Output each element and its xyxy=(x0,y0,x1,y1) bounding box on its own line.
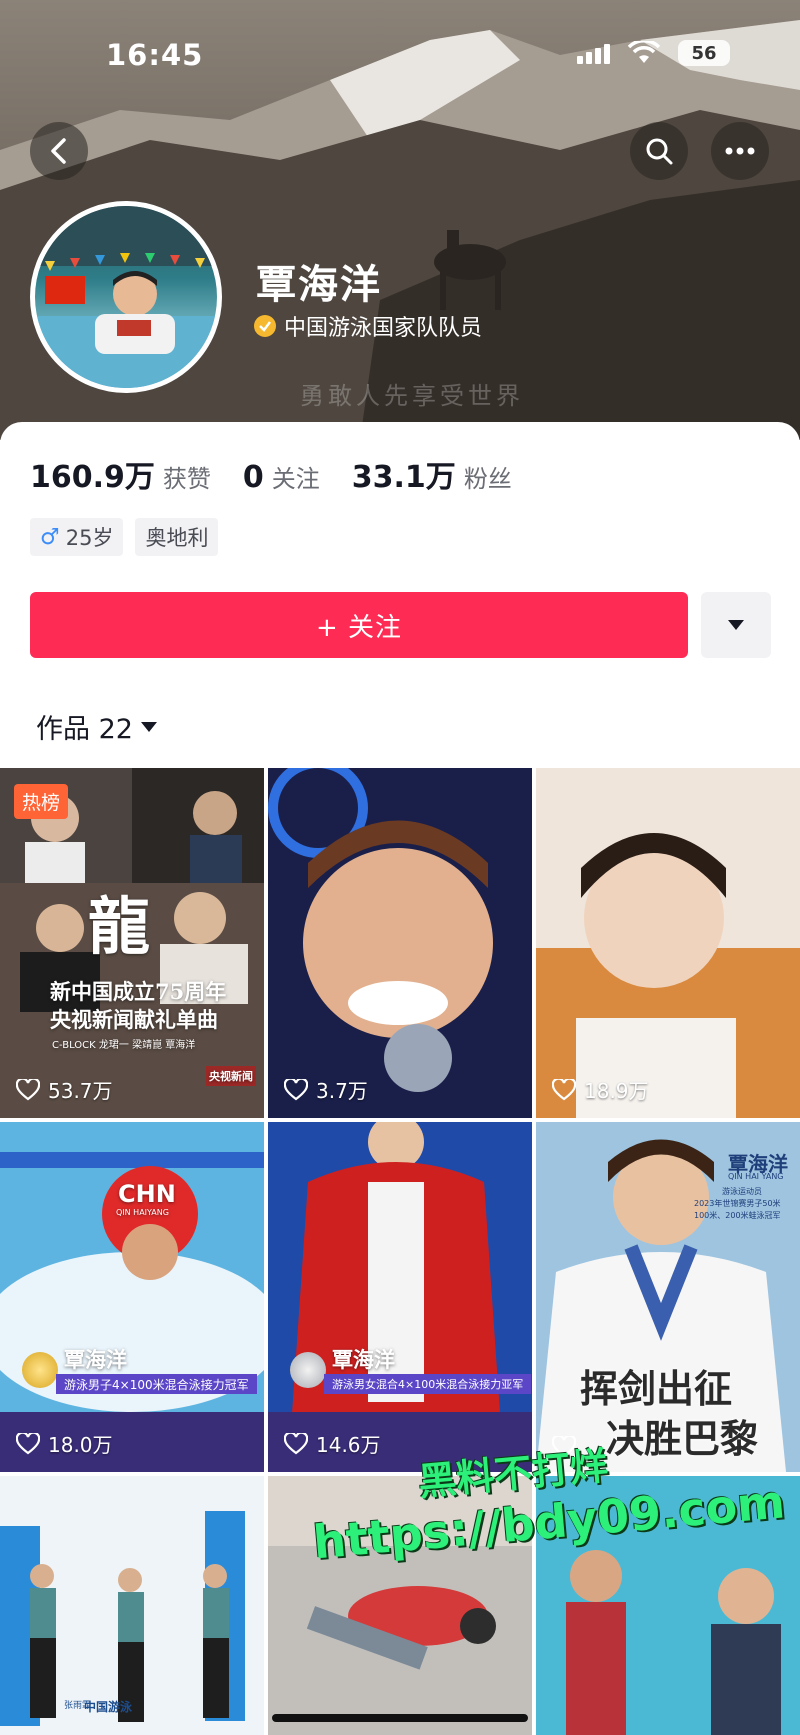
avatar[interactable] xyxy=(30,201,222,393)
stat-likes: 160.9万 获赞 xyxy=(30,452,211,496)
heart-icon xyxy=(284,1432,308,1454)
video-tile[interactable]: 热榜 龍 新中国成立75周年 央视新闻献礼单曲 C-BLOCK 龙珺一 梁靖崑 … xyxy=(0,768,264,1118)
home-indicator[interactable] xyxy=(272,1714,528,1722)
stat-value: 33.1万 xyxy=(351,460,456,495)
athlete-info-2: 2023年世锦赛男子50米 xyxy=(694,1199,781,1208)
profile-tags: ♂ 25岁 奥地利 xyxy=(30,518,219,556)
stat-label: 粉丝 xyxy=(463,465,512,493)
more-button[interactable] xyxy=(711,122,769,180)
like-count: 3.7万 xyxy=(284,1075,368,1104)
song-title: 龍 xyxy=(88,890,151,963)
profile-nickname: 覃海洋 xyxy=(256,262,382,308)
video-tile[interactable]: CHN QIN HAIYANG 覃海洋 游泳男子4×100米混合泳接力冠军 18… xyxy=(0,1122,264,1472)
like-count-value: 18.0万 xyxy=(48,1433,113,1457)
chevron-left-icon xyxy=(51,138,66,164)
status-bar: 16:45 56 xyxy=(0,30,800,80)
like-count-value: 3.7万 xyxy=(316,1079,368,1103)
silver-medal-icon xyxy=(290,1352,326,1388)
stat-label: 获赞 xyxy=(162,465,211,493)
video-thumbnail xyxy=(536,768,800,1118)
athlete-name: 覃海洋 xyxy=(332,1348,395,1372)
like-count: 18.9万 xyxy=(552,1075,649,1104)
status-time: 16:45 xyxy=(106,38,204,72)
video-thumbnail xyxy=(268,768,532,1118)
caret-down-icon xyxy=(728,620,744,630)
male-icon: ♂ xyxy=(40,524,60,550)
stat-label: 关注 xyxy=(271,465,320,493)
cover-slogan: 勇敢人先享受世界 xyxy=(300,382,524,410)
like-count-value: 14.6万 xyxy=(316,1433,381,1457)
video-credits: C-BLOCK 龙珺一 梁靖崑 覃海洋 xyxy=(52,1040,196,1051)
like-count-value: 18.9万 xyxy=(584,1079,649,1103)
more-options-button[interactable] xyxy=(701,592,771,658)
video-caption-line2: 央视新闻献礼单曲 xyxy=(50,1007,218,1032)
battery-level: 56 xyxy=(691,42,717,64)
event-caption: 游泳男子4×100米混合泳接力冠军 xyxy=(56,1374,257,1394)
back-button[interactable] xyxy=(30,122,88,180)
athlete-label: 张雨霏 xyxy=(64,1701,92,1711)
event-caption: 游泳男女混合4×100米混合泳接力亚军 xyxy=(324,1374,532,1394)
like-count-value: 53.7万 xyxy=(48,1079,113,1103)
slogan-text: 挥剑出征 xyxy=(580,1367,733,1411)
avatar-image xyxy=(35,206,217,388)
tab-works[interactable]: 作品 22 xyxy=(36,707,157,746)
stat-followers[interactable]: 33.1万 粉丝 xyxy=(352,452,512,496)
video-tile[interactable]: 覃海洋 游泳男女混合4×100米混合泳接力亚军 14.6万 xyxy=(268,1122,532,1472)
tab-works-label: 作品 22 xyxy=(36,714,133,745)
stat-value: 0 xyxy=(242,460,264,495)
video-tile[interactable]: 3.7万 xyxy=(268,768,532,1118)
status-indicators: 56 xyxy=(577,40,730,66)
verification-line: 中国游泳国家队队员 xyxy=(254,310,482,342)
swim-cap-text: CHN xyxy=(118,1180,176,1208)
athlete-info: 游泳运动员 xyxy=(722,1187,762,1196)
wifi-icon xyxy=(628,41,660,63)
battery-icon: 56 xyxy=(678,40,730,66)
video-thumbnail xyxy=(0,1476,264,1735)
age-text: 25岁 xyxy=(65,526,114,550)
like-count: 14.6万 xyxy=(284,1429,381,1458)
hot-list-badge: 热榜 xyxy=(14,784,69,819)
video-tile[interactable]: 中国游泳 张雨霏 xyxy=(0,1476,264,1735)
verification-text: 中国游泳国家队队员 xyxy=(284,316,483,341)
profile-stats: 160.9万 获赞 0 关注 33.1万 粉丝 xyxy=(30,452,544,496)
heart-icon xyxy=(552,1078,576,1100)
cctv-news-logo: 央视新闻 xyxy=(206,1066,256,1086)
like-count: 18.0万 xyxy=(16,1429,113,1458)
caret-down-icon xyxy=(140,721,157,732)
video-thumbnail xyxy=(268,1122,532,1472)
team-label: 中国游泳 xyxy=(84,1700,133,1714)
more-dots-icon xyxy=(725,147,755,155)
heart-icon xyxy=(16,1432,40,1454)
video-caption-line1: 新中国成立75周年 xyxy=(50,979,227,1004)
search-icon xyxy=(646,138,673,165)
stat-following[interactable]: 0 关注 xyxy=(243,459,320,495)
heart-icon xyxy=(16,1078,40,1100)
swim-cap-name: QIN HAIYANG xyxy=(116,1208,169,1217)
video-tile[interactable]: 18.9万 xyxy=(536,768,800,1118)
gold-medal-icon xyxy=(22,1352,58,1388)
athlete-name-en: QIN HAI YANG xyxy=(728,1172,784,1181)
search-button[interactable] xyxy=(630,122,688,180)
location-tag: 奥地利 xyxy=(135,518,219,556)
athlete-info-3: 100米、200米蛙泳冠军 xyxy=(694,1211,781,1220)
video-tile[interactable]: 覃海洋 QIN HAI YANG 游泳运动员 2023年世锦赛男子50米 100… xyxy=(536,1122,800,1472)
follow-button[interactable]: + 关注 xyxy=(30,592,688,658)
age-tag: ♂ 25岁 xyxy=(30,518,124,556)
verified-badge-icon xyxy=(254,315,276,337)
profile-cover: 16:45 56 覃海洋 中国游泳国家队队员 勇敢人先享受世界 xyxy=(0,0,800,440)
like-count: 53.7万 xyxy=(16,1075,113,1104)
stat-value: 160.9万 xyxy=(30,460,155,495)
heart-icon xyxy=(284,1078,308,1100)
video-thumbnail xyxy=(0,1122,264,1472)
location-text: 奥地利 xyxy=(145,526,209,550)
cellular-signal-icon xyxy=(577,42,610,64)
athlete-name: 覃海洋 xyxy=(64,1348,127,1372)
